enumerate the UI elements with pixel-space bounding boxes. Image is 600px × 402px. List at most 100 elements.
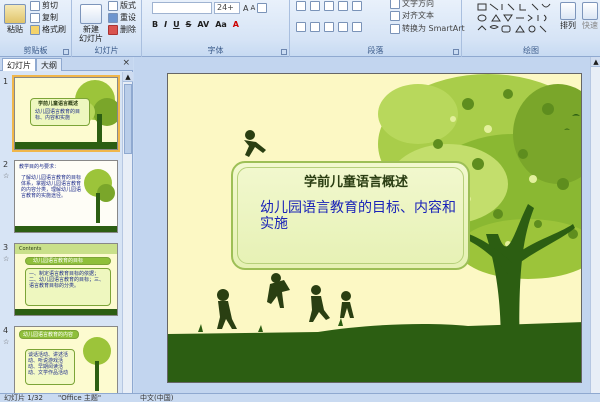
- tab-outline[interactable]: 大纲: [36, 58, 62, 71]
- line-spacing-icon[interactable]: [352, 1, 362, 11]
- language-indicator[interactable]: 中文(中国): [140, 394, 173, 402]
- ground-strip: [15, 309, 117, 315]
- title-frame[interactable]: 学前儿童语言概述 幼儿园语言教育的目标、内容和实施: [231, 161, 470, 270]
- panel-scrollbar[interactable]: ▲: [122, 72, 133, 393]
- reset-button[interactable]: 重设: [108, 12, 136, 23]
- scroll-thumb[interactable]: [124, 84, 132, 154]
- tab-slides[interactable]: 幻灯片: [2, 58, 36, 71]
- current-slide[interactable]: 学前儿童语言概述 幼儿园语言教育的目标、内容和实施: [167, 73, 582, 383]
- clipboard-label: 剪贴板: [23, 46, 48, 55]
- smartart-icon: [390, 23, 400, 34]
- slide-preview[interactable]: 幼儿园语言教育的内容 谈话活动、讲述活动、听说游戏活动、早期阅读活动、文学作品活…: [14, 326, 118, 393]
- copy-button[interactable]: 复制: [30, 12, 58, 23]
- thumb-heading: Contents: [19, 246, 42, 252]
- editor-scroll-up[interactable]: ▲: [591, 57, 600, 69]
- ground: [168, 322, 581, 382]
- paragraph-launcher-icon[interactable]: [453, 49, 459, 55]
- slide-preview[interactable]: Contents 幼儿园语言教育的目标 —、制定语言教育目标的依据；二、幼儿园语…: [14, 243, 118, 316]
- delete-icon: [108, 24, 118, 35]
- thumb-body: 谈话活动、讲述活动、听说游戏活动、早期阅读活动、文学作品活动: [28, 352, 69, 376]
- font-launcher-icon[interactable]: [281, 49, 287, 55]
- columns-icon[interactable]: [352, 22, 362, 32]
- arrange-icon: [560, 2, 576, 20]
- scroll-up-icon[interactable]: ▲: [591, 57, 600, 67]
- delete-slide-button[interactable]: 删除: [108, 24, 136, 35]
- list-buttons: [296, 1, 362, 11]
- align-left-icon[interactable]: [296, 22, 306, 32]
- drawing-group: 排列 快速 绘图: [462, 0, 600, 57]
- slides-panel: 幻灯片 大纲 × 1 学前儿童语言概述 幼儿园语言教育的目标、内容和实施 2 ☆: [0, 57, 133, 393]
- font-size-field[interactable]: 24+: [214, 2, 240, 14]
- cut-button[interactable]: 剪切: [30, 0, 58, 11]
- grow-font-icon[interactable]: A: [243, 4, 248, 13]
- paragraph-label: 段落: [367, 46, 384, 55]
- tree-illustration: [84, 169, 115, 223]
- font-label: 字体: [207, 46, 224, 55]
- slide-editor: 学前儿童语言概述 幼儿园语言教育的目标、内容和实施 ▲: [134, 57, 600, 393]
- layout-button[interactable]: 版式: [108, 0, 136, 11]
- align-text-icon: [390, 10, 400, 21]
- font-color-icon[interactable]: A: [233, 20, 239, 29]
- increase-indent-icon[interactable]: [338, 1, 348, 11]
- shapes-gallery-icon[interactable]: [476, 2, 554, 38]
- bold-icon[interactable]: B: [152, 20, 158, 29]
- align-right-icon[interactable]: [324, 22, 334, 32]
- numbering-icon[interactable]: [310, 1, 320, 11]
- slide-preview[interactable]: 教学目的与要求： 了解幼儿园语言教育的目标体系，掌握幼儿园语言教育的内容分类，理…: [14, 160, 118, 233]
- paste-button[interactable]: 粘贴: [3, 4, 27, 34]
- close-panel-icon[interactable]: ×: [122, 58, 130, 68]
- align-text-button[interactable]: 对齐文本: [390, 10, 434, 21]
- editor-scrollbar[interactable]: ▲: [590, 57, 600, 393]
- paragraph-group: 文字方向 对齐文本 转换为 SmartArt 段落: [290, 0, 465, 57]
- thumb-subtitle: 幼儿园语言教育的目标、内容和实施: [35, 109, 81, 121]
- bullets-icon[interactable]: [296, 1, 306, 11]
- slide-number: 2: [3, 160, 9, 169]
- clipboard-launcher-icon[interactable]: [63, 49, 69, 55]
- arrange-button[interactable]: 排列: [558, 2, 578, 30]
- slide-preview[interactable]: 学前儿童语言概述 幼儿园语言教育的目标、内容和实施: [12, 75, 120, 152]
- grow-shrink-buttons[interactable]: AA: [243, 3, 268, 13]
- case-icon[interactable]: Aa: [215, 20, 227, 29]
- clear-format-icon[interactable]: [257, 3, 268, 13]
- thumb-body: 了解幼儿园语言教育的目标体系，掌握幼儿园语言教育的内容分类，理解幼儿园语言教育的…: [21, 175, 82, 199]
- scissors-icon: [30, 0, 40, 11]
- justify-icon[interactable]: [338, 22, 348, 32]
- font-name-field[interactable]: [152, 2, 212, 14]
- thumb-item: 幼儿园语言教育的目标: [33, 258, 84, 264]
- font-group: 24+ AA B I U S AV Aa A 字体: [142, 0, 290, 57]
- slide-number: 3: [3, 243, 9, 252]
- drawing-label: 绘图: [523, 46, 539, 55]
- italic-icon[interactable]: I: [164, 20, 167, 29]
- shrink-font-icon[interactable]: A: [250, 4, 255, 12]
- slide-title[interactable]: 学前儿童语言概述: [304, 171, 408, 190]
- brush-icon: [30, 24, 40, 35]
- decrease-indent-icon[interactable]: [324, 1, 334, 11]
- slides-label: 幻灯片: [94, 46, 119, 55]
- thumb-heading: 教学目的与要求：: [19, 164, 60, 170]
- reset-icon: [108, 12, 118, 23]
- strikethrough-icon[interactable]: S: [186, 20, 192, 29]
- text-direction-button[interactable]: 文字方向: [390, 0, 434, 9]
- smartart-button[interactable]: 转换为 SmartArt: [390, 23, 465, 34]
- slide-subtitle[interactable]: 幼儿园语言教育的目标、内容和实施: [260, 200, 465, 232]
- align-center-icon[interactable]: [310, 22, 320, 32]
- quick-styles-icon: [582, 2, 598, 20]
- new-slide-icon: [80, 4, 102, 24]
- theme-name: "Office 主题": [58, 394, 102, 402]
- animation-star-icon: ☆: [3, 255, 10, 263]
- quick-styles-button[interactable]: 快速: [580, 2, 600, 30]
- slide-count: 幻灯片 1/32: [4, 394, 43, 402]
- ribbon: 粘贴 剪切 复制 格式刷 剪贴板 新建 幻灯片 版式 重设 删除 幻灯片 24+…: [0, 0, 600, 57]
- scroll-up-icon[interactable]: ▲: [123, 72, 133, 82]
- underline-icon[interactable]: U: [173, 20, 180, 29]
- new-slide-button[interactable]: 新建 幻灯片: [78, 4, 104, 43]
- paste-icon: [4, 4, 26, 24]
- thumb-body: —、制定语言教育目标的依据；二、幼儿园语言教育的目标；三、语言教育目标的分类。: [29, 271, 105, 289]
- layout-icon: [108, 0, 118, 11]
- spacing-icon[interactable]: AV: [197, 20, 209, 29]
- animation-star-icon: ☆: [3, 172, 10, 180]
- align-buttons: [296, 22, 362, 32]
- slide-number: 1: [3, 77, 9, 86]
- format-painter-button[interactable]: 格式刷: [30, 24, 66, 35]
- status-bar: 幻灯片 1/32 "Office 主题" 中文(中国): [0, 393, 600, 402]
